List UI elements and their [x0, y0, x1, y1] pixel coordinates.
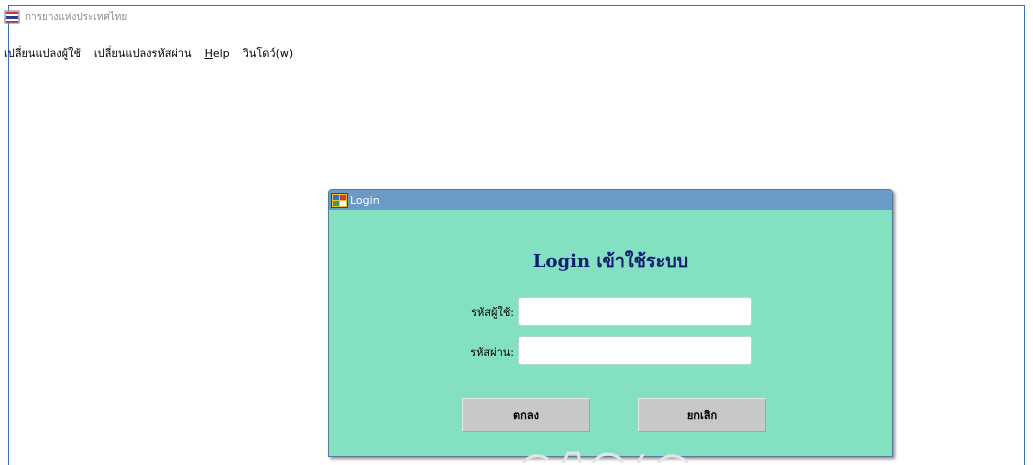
menu-help[interactable]: Help — [205, 47, 230, 60]
window-title: การยางแห่งประเทศไทย — [25, 11, 128, 23]
menu-window[interactable]: วินโดว์(w) — [243, 44, 294, 62]
menu-change-user[interactable]: เปลี่ยนแปลงผู้ใช้ — [4, 44, 81, 62]
window-titlebar: การยางแห่งประเทศไทย — [4, 8, 127, 26]
ok-button[interactable]: ตกลง — [462, 398, 590, 432]
watermark-graphic — [521, 451, 689, 463]
menubar: เปลี่ยนแปลงผู้ใช้ เปลี่ยนแปลงรหัสผ่าน He… — [4, 44, 306, 62]
app-icon — [4, 10, 20, 24]
login-heading: Login เข้าใช้ระบบ — [532, 251, 689, 272]
menu-change-password[interactable]: เปลี่ยนแปลงรหัสผ่าน — [94, 44, 192, 62]
username-input[interactable] — [518, 297, 752, 326]
login-form-icon — [331, 192, 348, 208]
login-dialog-title: Login — [350, 193, 380, 207]
menu-help-mnemonic: H — [204, 46, 213, 60]
cancel-button[interactable]: ยกเลิก — [638, 398, 766, 432]
menu-help-label: elp — [212, 46, 230, 60]
password-label: รหัสผ่าน: — [470, 346, 514, 359]
password-input[interactable] — [518, 336, 752, 365]
username-label: รหัสผู้ใช้: — [471, 306, 514, 319]
login-dialog: Login Login เข้าใช้ระบบ รหัสผู้ใช้: รหัส… — [328, 189, 893, 457]
login-dialog-titlebar[interactable]: Login — [329, 190, 892, 210]
